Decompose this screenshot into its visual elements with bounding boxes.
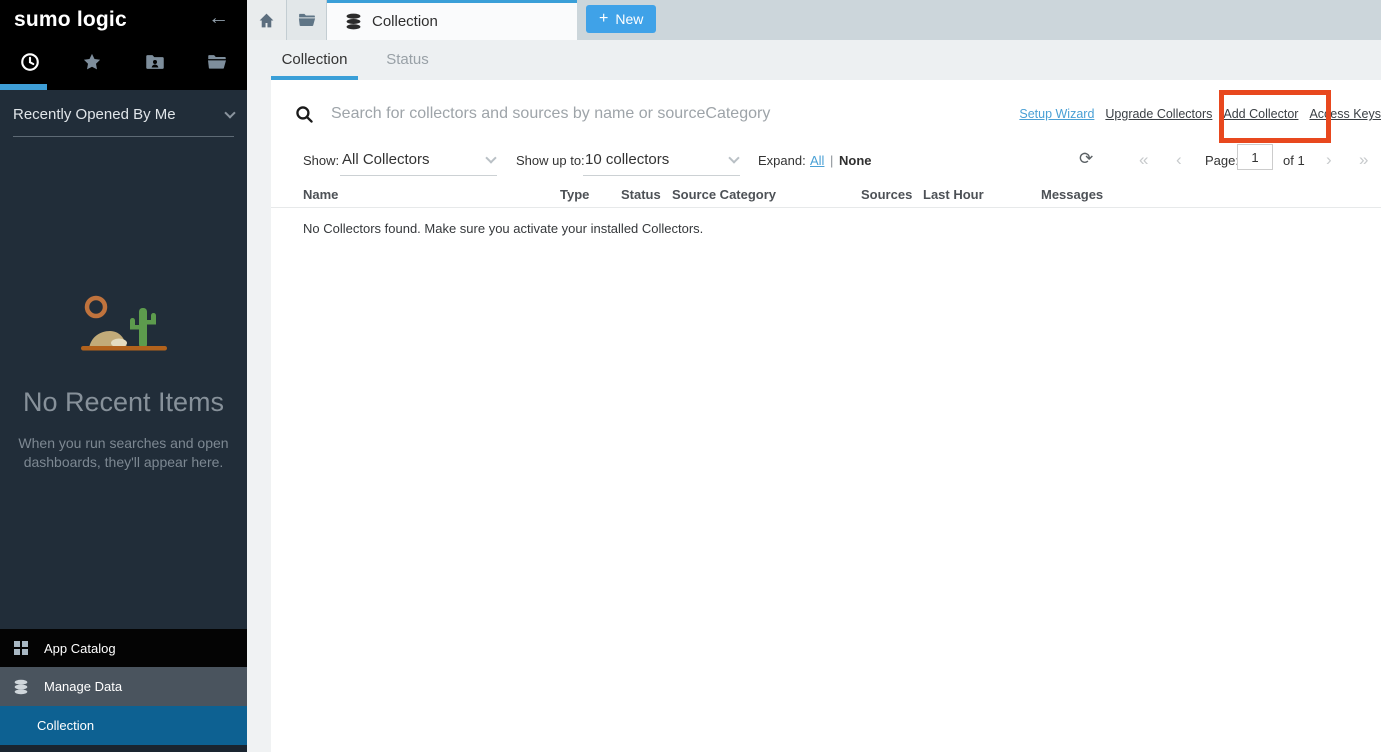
- desert-illustration: [63, 292, 185, 354]
- page-total-label: of 1: [1283, 153, 1305, 168]
- folder-tab-button[interactable]: [287, 0, 327, 40]
- new-button[interactable]: + New: [586, 5, 656, 33]
- sidebar-bottom-nav: App Catalog Manage Data Collection: [0, 629, 247, 752]
- show-collectors-select[interactable]: All Collectors: [340, 145, 497, 176]
- collection-database-icon: [345, 13, 362, 30]
- manage-data-label: Manage Data: [44, 679, 122, 694]
- subtab-collection[interactable]: Collection: [271, 40, 358, 80]
- sidebar-item-manage-data[interactable]: Manage Data: [0, 667, 247, 706]
- toolbar-links: Setup Wizard Upgrade Collectors Add Coll…: [1019, 107, 1381, 121]
- setup-wizard-link[interactable]: Setup Wizard: [1019, 107, 1094, 121]
- tab-collection-label: Collection: [372, 13, 438, 30]
- chevron-down-icon: [485, 152, 496, 163]
- search-icon: [295, 105, 314, 129]
- sidebar-item-app-catalog[interactable]: App Catalog: [0, 629, 247, 667]
- show-label: Show:: [303, 153, 339, 168]
- column-header-last-hour[interactable]: Last Hour: [923, 187, 984, 202]
- collection-panel: Setup Wizard Upgrade Collectors Add Coll…: [271, 80, 1381, 752]
- open-folder-icon: [298, 11, 316, 29]
- home-tab-button[interactable]: [247, 0, 287, 40]
- next-page-icon[interactable]: ›: [1326, 150, 1332, 170]
- grid-icon: [13, 640, 29, 656]
- subtab-status[interactable]: Status: [364, 40, 451, 80]
- folders-open-folder-icon[interactable]: [203, 48, 231, 76]
- separator: |: [830, 153, 833, 168]
- prev-page-icon[interactable]: ‹: [1176, 150, 1182, 170]
- expand-label: Expand:: [758, 153, 806, 168]
- sidebar-header: sumo logic ←: [0, 0, 247, 90]
- left-sidebar: sumo logic ← Recently Opened By Me: [0, 0, 247, 752]
- chevron-down-icon: [224, 107, 235, 118]
- no-recent-items-title: No Recent Items: [0, 387, 247, 418]
- collection-nav-label: Collection: [37, 718, 94, 733]
- favorites-star-icon[interactable]: [78, 48, 106, 76]
- show-collectors-value: All Collectors: [342, 151, 430, 168]
- recently-opened-dropdown[interactable]: Recently Opened By Me: [13, 106, 234, 137]
- active-nav-indicator: [0, 84, 47, 90]
- page-number-input[interactable]: [1237, 144, 1273, 170]
- collectors-table-header: Name Type Status Source Category Sources…: [271, 183, 1381, 208]
- chevron-down-icon: [728, 152, 739, 163]
- show-up-to-label: Show up to:: [516, 153, 585, 168]
- database-icon: [13, 679, 29, 695]
- column-header-messages[interactable]: Messages: [1041, 187, 1103, 202]
- recents-clock-icon[interactable]: [16, 48, 44, 76]
- app-catalog-label: App Catalog: [44, 641, 116, 656]
- no-recent-items-message: When you run searches and open dashboard…: [18, 434, 230, 472]
- column-header-status[interactable]: Status: [621, 187, 661, 202]
- tab-collection[interactable]: Collection: [327, 0, 577, 40]
- expand-all-link[interactable]: All: [810, 153, 824, 168]
- add-collector-link[interactable]: Add Collector: [1223, 107, 1298, 121]
- recently-opened-label: Recently Opened By Me: [13, 106, 176, 123]
- last-page-icon[interactable]: »: [1359, 150, 1368, 170]
- plus-icon: +: [599, 10, 608, 28]
- upgrade-collectors-link[interactable]: Upgrade Collectors: [1105, 107, 1212, 121]
- new-button-label: New: [615, 11, 643, 27]
- sidebar-empty-state: No Recent Items When you run searches an…: [0, 292, 247, 472]
- column-header-source-category[interactable]: Source Category: [672, 187, 776, 202]
- home-icon: [258, 12, 275, 29]
- show-up-to-value: 10 collectors: [585, 151, 669, 168]
- library-person-folder-icon[interactable]: [141, 48, 169, 76]
- no-collectors-message: No Collectors found. Make sure you activ…: [303, 221, 703, 236]
- sidebar-bottom-strip: [0, 745, 247, 752]
- search-input[interactable]: [331, 102, 891, 126]
- first-page-icon[interactable]: «: [1139, 150, 1148, 170]
- column-header-type[interactable]: Type: [560, 187, 589, 202]
- app-window: sumo logic ← Recently Opened By Me: [0, 0, 1381, 752]
- sidebar-nav-icons: [0, 48, 247, 76]
- sidebar-item-collection[interactable]: Collection: [0, 706, 247, 745]
- collapse-sidebar-icon[interactable]: ←: [208, 6, 229, 30]
- expand-none-option[interactable]: None: [839, 153, 872, 168]
- access-keys-link[interactable]: Access Keys: [1309, 107, 1381, 121]
- column-header-sources[interactable]: Sources: [861, 187, 912, 202]
- column-header-name[interactable]: Name: [303, 187, 338, 202]
- show-up-to-select[interactable]: 10 collectors: [583, 145, 740, 176]
- page-label: Page:: [1205, 153, 1239, 168]
- top-tab-bar: Collection + New: [247, 0, 1381, 40]
- collection-subtabs: Collection Status: [247, 40, 1381, 80]
- refresh-icon[interactable]: ⟳: [1079, 149, 1093, 169]
- filter-toolbar: Show: All Collectors Show up to: 10 coll…: [271, 143, 1381, 175]
